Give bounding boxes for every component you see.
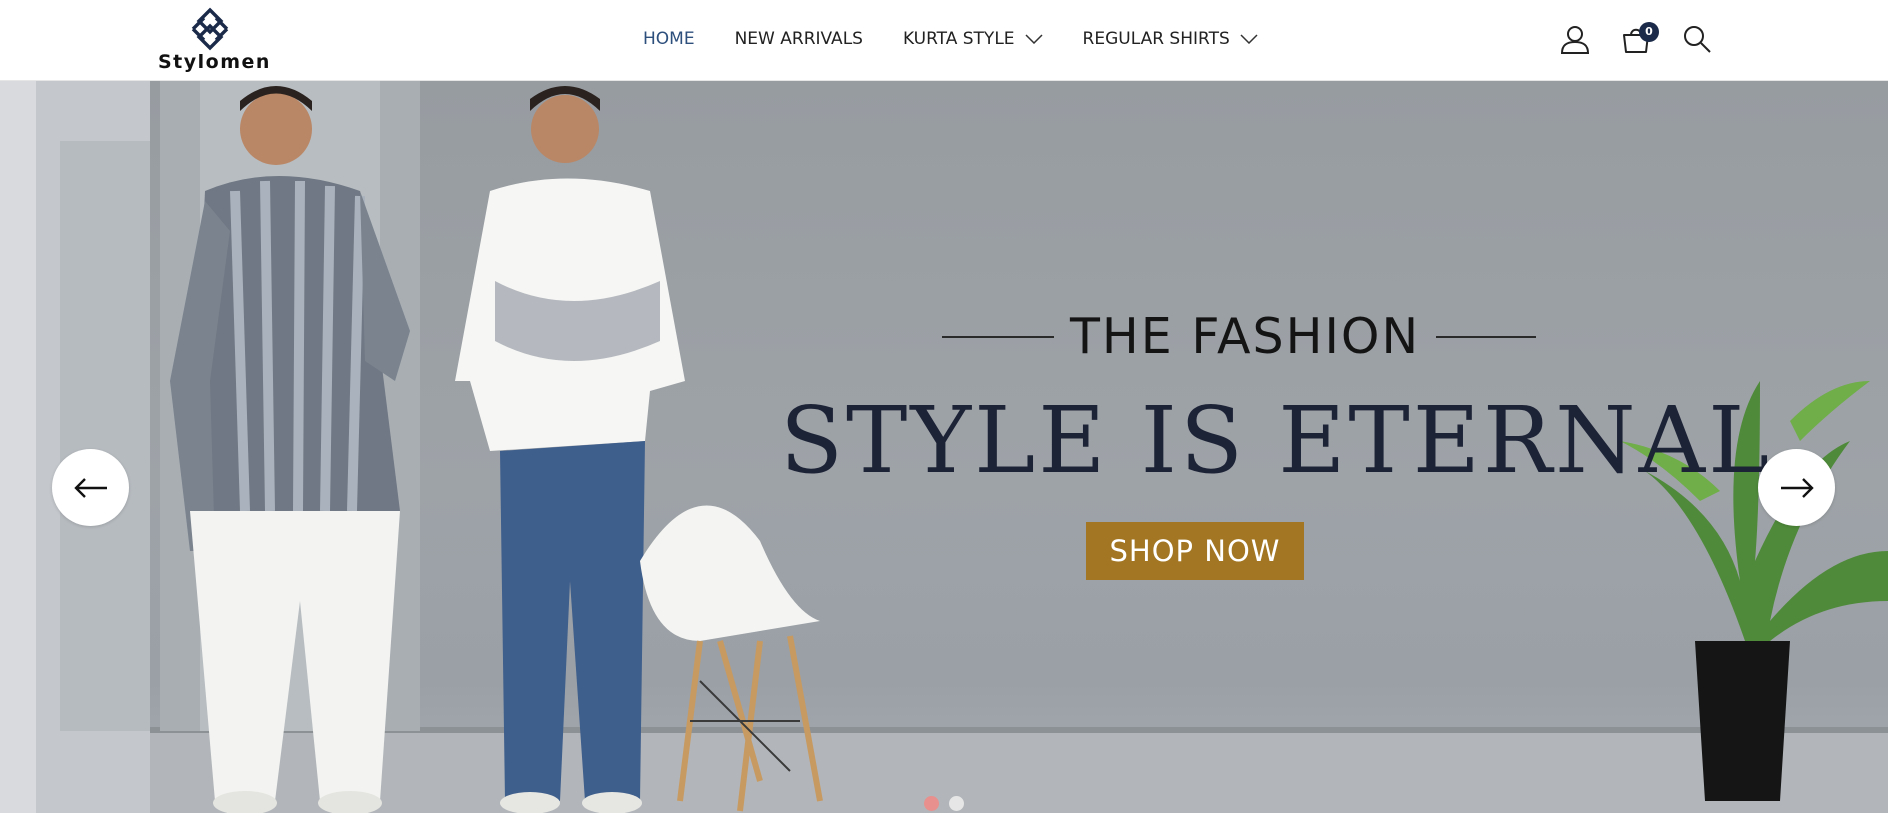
kicker-rule-left [942, 336, 1054, 338]
chevron-down-icon [1240, 34, 1258, 44]
nav-item-label: KURTA STYLE [902, 29, 1015, 49]
hero-kicker-text: THE FASHION [1070, 308, 1421, 365]
shop-now-button[interactable]: SHOP NOW [1086, 522, 1304, 580]
cart-count-badge: 0 [1639, 22, 1659, 42]
cart-button[interactable]: 0 [1619, 22, 1659, 56]
site-header: Stylomen HOME NEW ARRIVALS KURTA STYLE R… [0, 0, 1888, 81]
nav-item-kurta-style[interactable]: KURTA STYLE [903, 29, 1043, 49]
logo[interactable]: Stylomen [158, 7, 271, 73]
carousel-dot-1[interactable] [924, 796, 939, 811]
arrow-left-icon [73, 477, 107, 498]
hero-headline: STYLE IS ETERNAL [780, 387, 1773, 494]
carousel-dots [924, 796, 964, 811]
kicker-rule-right [1436, 336, 1537, 338]
logo-knot-icon [191, 7, 229, 51]
hero-banner: THE FASHION STYLE IS ETERNAL SHOP NOW [0, 81, 1888, 813]
search-icon [1684, 26, 1711, 53]
carousel-next-button[interactable] [1758, 449, 1835, 526]
account-button[interactable] [1558, 22, 1592, 56]
nav-item-label: HOME [643, 29, 695, 49]
arrow-right-icon [1780, 477, 1814, 498]
header-actions: 0 [1558, 22, 1714, 56]
model-right [455, 86, 685, 813]
nav-item-regular-shirts[interactable]: REGULAR SHIRTS [1083, 29, 1258, 49]
chevron-down-icon [1025, 34, 1043, 44]
hero-kicker: THE FASHION [942, 307, 1537, 367]
nav-item-home[interactable]: HOME [643, 29, 695, 49]
logo-wordmark: Stylomen [158, 51, 271, 73]
main-nav: HOME NEW ARRIVALS KURTA STYLE REGULAR SH… [643, 27, 1258, 51]
nav-item-new-arrivals[interactable]: NEW ARRIVALS [735, 29, 863, 49]
carousel-prev-button[interactable] [52, 449, 129, 526]
user-icon [1560, 26, 1590, 54]
search-button[interactable] [1680, 22, 1714, 56]
nav-item-label: REGULAR SHIRTS [1082, 29, 1230, 49]
nav-item-label: NEW ARRIVALS [734, 29, 863, 49]
carousel-dot-2[interactable] [949, 796, 964, 811]
